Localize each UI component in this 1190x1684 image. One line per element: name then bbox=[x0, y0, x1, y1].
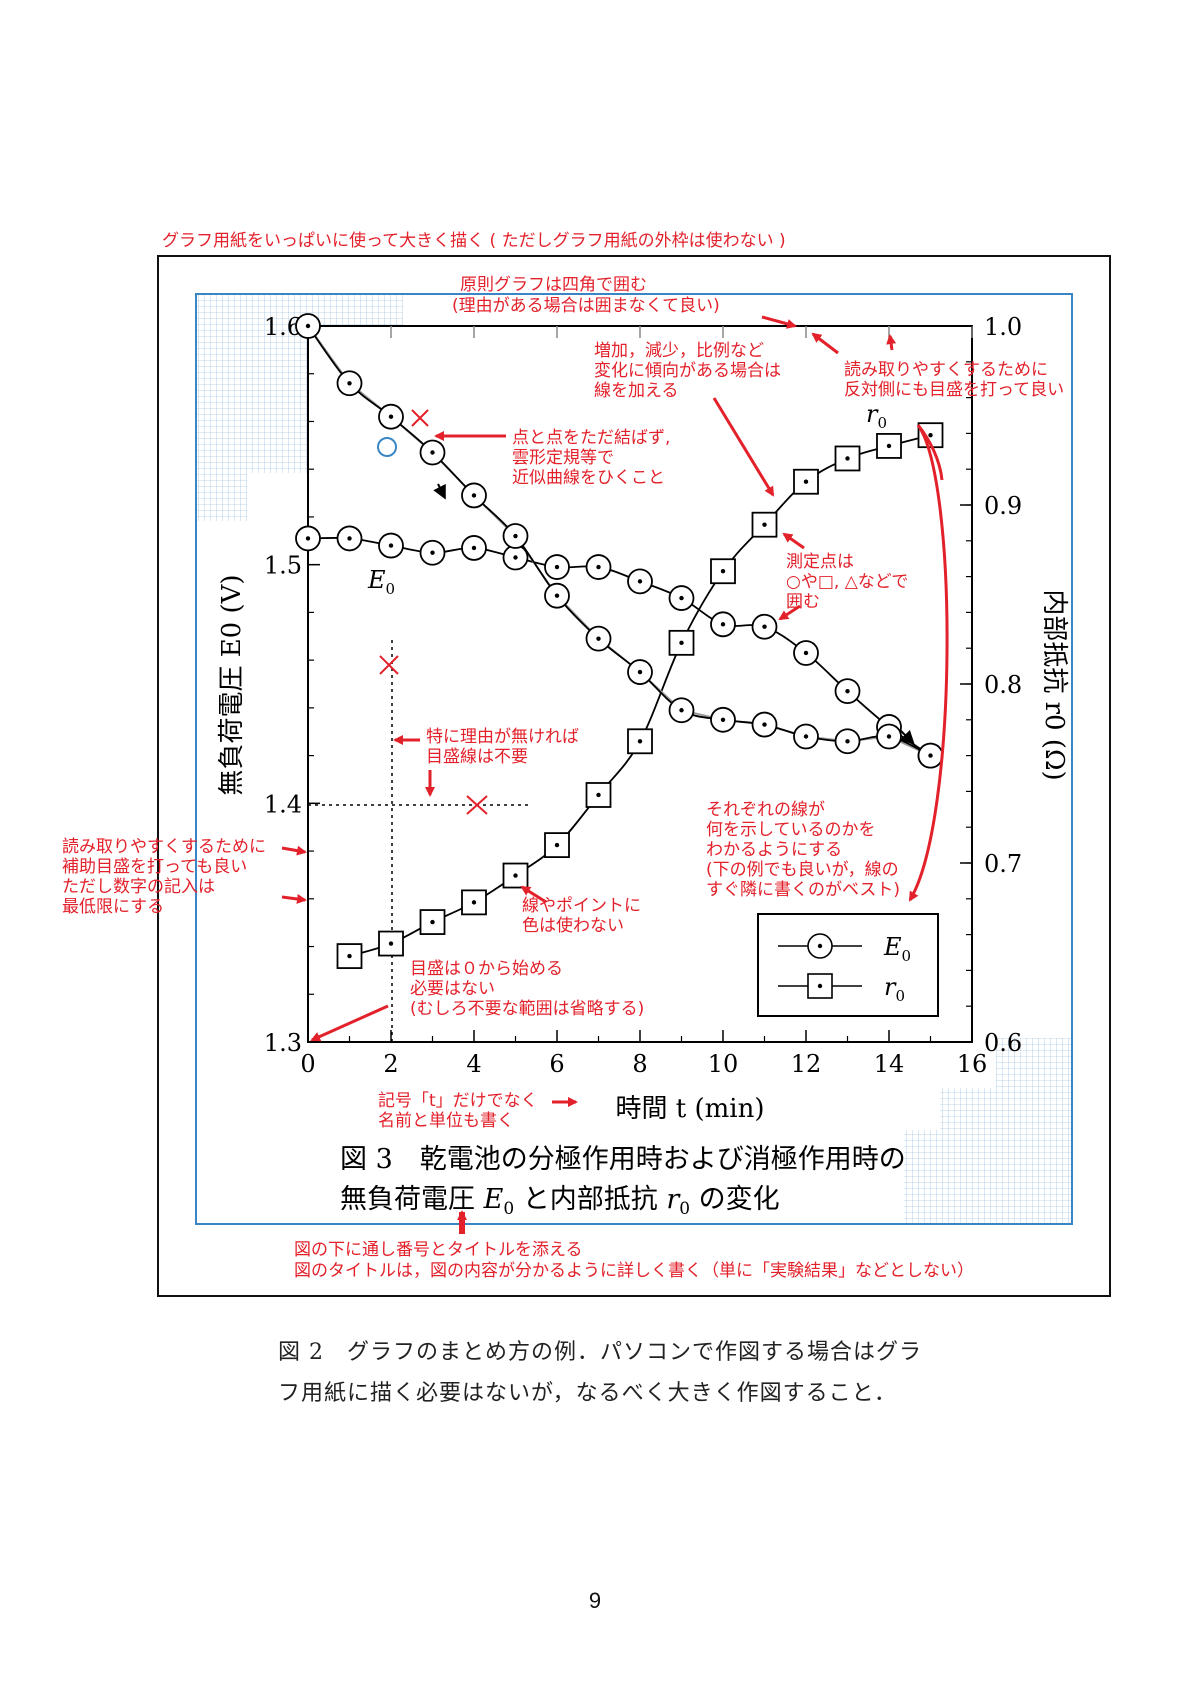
marker-center-dot bbox=[554, 842, 560, 848]
annotation-opposite: 読み取りやすくするために反対側にも目盛を打って良い bbox=[844, 360, 1064, 400]
marker-center-dot bbox=[637, 739, 643, 744]
figure-3-caption-line1: 図 3 乾電池の分極作用時および消極作用時の bbox=[340, 1144, 906, 1175]
x-tick-label: 8 bbox=[632, 1050, 647, 1078]
figure: 0 2 4 6 8 10 12 14 161.31.41.51.60.60.70.80.91.0… bbox=[62, 230, 1111, 1297]
x-tick-label: 2 bbox=[383, 1050, 398, 1078]
x-tick-label: 6 bbox=[549, 1050, 564, 1078]
y-right-tick-label: 0.8 bbox=[984, 671, 1022, 699]
marker-center-dot bbox=[347, 953, 352, 959]
legend-box bbox=[757, 913, 939, 1017]
annotation-title: 図の下に通し番号とタイトルを添える図のタイトルは，図の内容が分かるように詳しく書… bbox=[294, 1240, 974, 1281]
marker-center-dot bbox=[513, 533, 518, 539]
marker-center-dot bbox=[513, 555, 518, 560]
figure-3-caption-line2: 無負荷電圧 E0 と内部抵抗 r0 の変化 bbox=[340, 1184, 780, 1219]
marker-center-dot bbox=[596, 636, 601, 641]
marker-center-dot bbox=[720, 717, 726, 722]
marker-center-dot bbox=[596, 792, 601, 798]
legend: E0 r0 bbox=[757, 913, 939, 1017]
y-right-tick-label: 0.9 bbox=[984, 492, 1022, 520]
marker-center-dot bbox=[845, 739, 850, 744]
marker-center-dot bbox=[596, 564, 601, 570]
marker-center-dot bbox=[513, 873, 518, 878]
annotation-axis-name: 記号「t」だけでなく名前と単位も書く bbox=[378, 1091, 538, 1131]
marker-center-dot bbox=[637, 579, 643, 584]
marker-center-dot bbox=[471, 900, 477, 905]
x-tick-label: 4 bbox=[466, 1050, 481, 1078]
marker-center-dot bbox=[305, 536, 311, 541]
marker-center-dot bbox=[679, 595, 684, 601]
page-number: 9 bbox=[588, 1588, 602, 1613]
marker-center-dot bbox=[720, 622, 726, 627]
marker-center-dot bbox=[845, 456, 850, 461]
marker-center-dot bbox=[430, 919, 435, 925]
marker-center-dot bbox=[554, 593, 560, 598]
marker-center-dot bbox=[720, 569, 726, 574]
x-tick-label: 0 bbox=[300, 1050, 315, 1078]
y-right-axis-title: 内部抵抗 r0 (Ω) bbox=[1039, 589, 1069, 780]
marker-center-dot bbox=[928, 432, 933, 438]
marker-center-dot bbox=[928, 753, 933, 758]
marker-center-dot bbox=[554, 564, 560, 570]
marker-center-dot bbox=[430, 450, 435, 455]
annotation-top: グラフ用紙をいっぱいに使って大きく描く ( ただしグラフ用紙の外枠は使わない ) bbox=[162, 230, 786, 251]
y-right-tick-label: 1.0 bbox=[984, 313, 1022, 341]
x-tick-label: 14 bbox=[874, 1050, 905, 1078]
x-axis-title: 時間 t (min) bbox=[616, 1094, 765, 1124]
marker-center-dot bbox=[886, 734, 892, 739]
marker-center-dot bbox=[845, 688, 850, 694]
figure-2-caption: 図 2 グラフのまとめ方の例．パソコンで作図する場合はグラ フ用紙に描く必要はな… bbox=[278, 1332, 998, 1414]
marker-center-dot bbox=[803, 479, 809, 484]
y-right-tick-label: 0.6 bbox=[984, 1029, 1022, 1057]
y-left-tick-label: 1.3 bbox=[264, 1029, 302, 1057]
marker-center-dot bbox=[762, 722, 767, 727]
annotation-frame-1: 原則グラフは四角で囲む bbox=[460, 275, 647, 295]
annotation-color: 線やポイントに色は使わない bbox=[522, 896, 641, 936]
figure-2-caption-line2: フ用紙に描く必要はないが，なるべく大きく作図すること． bbox=[278, 1381, 898, 1406]
y-right-tick-label: 0.7 bbox=[984, 850, 1022, 878]
figure-2-caption-line1: 図 2 グラフのまとめ方の例．パソコンで作図する場合はグラ bbox=[278, 1340, 922, 1365]
marker-center-dot bbox=[679, 640, 684, 646]
marker-center-dot bbox=[388, 941, 394, 946]
marker-center-dot bbox=[762, 624, 767, 629]
annotation-minor-tick: 読み取りやすくするために補助目盛を打っても良いただし数字の記入は最低限にする bbox=[62, 837, 266, 917]
marker-center-dot bbox=[679, 708, 684, 713]
figure-3-caption: 図 3 乾電池の分極作用時および消極作用時の 無負荷電圧 E0 と内部抵抗 r0… bbox=[340, 1144, 906, 1219]
marker-center-dot bbox=[347, 536, 352, 541]
marker-center-dot bbox=[803, 734, 809, 739]
x-tick-label: 10 bbox=[708, 1050, 739, 1078]
marker-center-dot bbox=[762, 522, 767, 527]
marker-center-dot bbox=[803, 650, 809, 656]
marker-center-dot bbox=[637, 669, 643, 675]
y-left-tick-label: 1.4 bbox=[264, 790, 302, 818]
x-tick-label: 16 bbox=[957, 1050, 988, 1078]
y-left-axis-title: 無負荷電圧 E0 (V) bbox=[217, 574, 247, 795]
annotation-frame-2: (理由がある場合は囲まなくて良い) bbox=[452, 296, 720, 316]
marker-center-dot bbox=[388, 543, 394, 548]
x-tick-label: 12 bbox=[791, 1050, 822, 1078]
marker-center-dot bbox=[388, 414, 394, 419]
marker-center-dot bbox=[471, 493, 477, 498]
y-left-tick-label: 1.5 bbox=[264, 552, 302, 580]
marker-center-dot bbox=[305, 323, 311, 329]
marker-center-dot bbox=[471, 545, 477, 551]
marker-center-dot bbox=[430, 550, 435, 555]
marker-center-dot bbox=[886, 443, 892, 449]
marker-center-dot bbox=[347, 381, 352, 386]
